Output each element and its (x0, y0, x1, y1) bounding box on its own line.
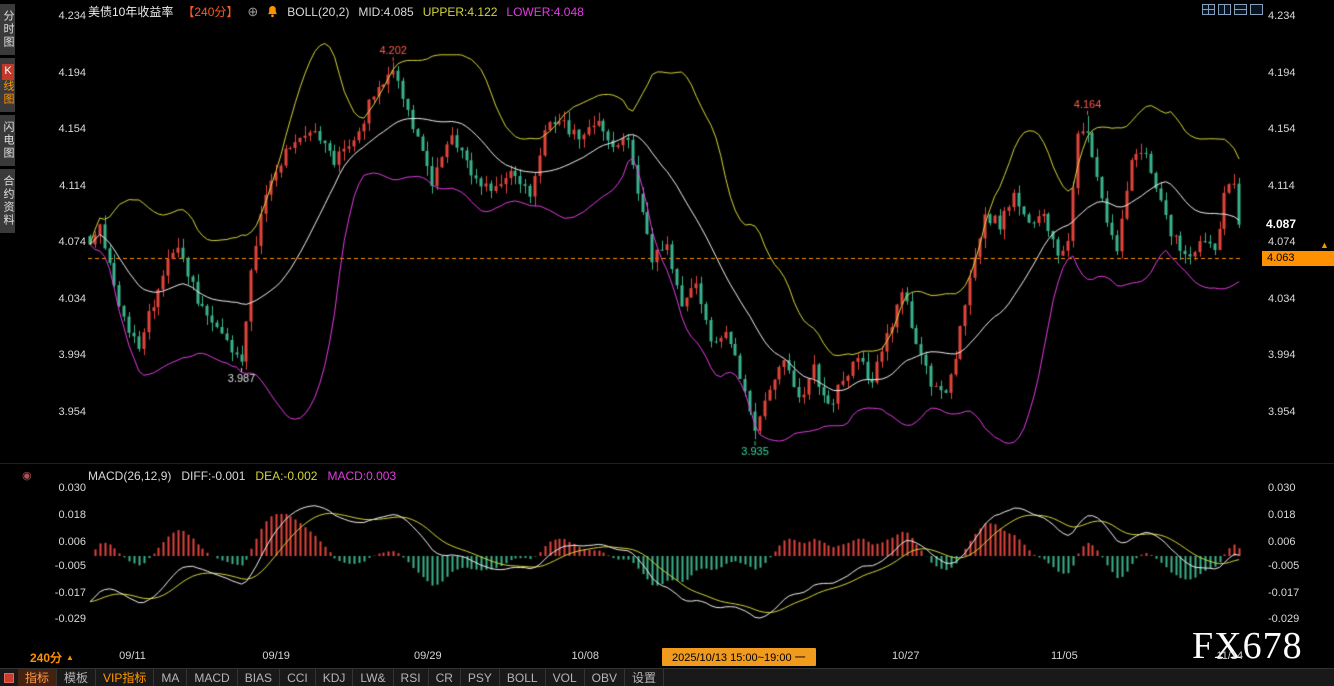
toolbar-item-settings[interactable]: 设置 (625, 669, 664, 686)
macd-axis-tick-right: -0.029 (1268, 613, 1308, 625)
interval-arrow-icon: ▲ (66, 653, 74, 662)
interval-tag: 【240分】 (182, 3, 238, 20)
x-axis-date-tick: 10/08 (571, 650, 599, 662)
boll-lower-value: LOWER:4.048 (506, 5, 583, 19)
boll-mid-value: MID:4.085 (358, 5, 413, 19)
macd-diff-value: DIFF:-0.001 (181, 469, 245, 483)
toolbar-item-macd[interactable]: MACD (187, 669, 237, 686)
toolbar-item-vol[interactable]: VOL (546, 669, 585, 686)
price-axis-tick-right: 4.114 (1268, 180, 1308, 192)
last-price-tag: 4.087 (1266, 217, 1296, 231)
boll-upper-value: UPPER:4.122 (423, 5, 498, 19)
price-axis-tick-left: 3.954 (46, 406, 86, 418)
sidebar-tab-contract-info[interactable]: 合约资料 (0, 169, 15, 233)
alert-bell-icon[interactable] (267, 6, 278, 18)
x-axis-date-tick: 09/29 (414, 650, 442, 662)
chart-header: 美债10年收益率 【240分】 ⊕ BOLL(20,2) MID:4.085 U… (88, 4, 584, 19)
x-axis-date-tick: 09/19 (262, 650, 290, 662)
toolbar-item-obv[interactable]: OBV (585, 669, 625, 686)
price-axis-tick-left: 3.994 (46, 349, 86, 361)
macd-axis-tick-right: 0.030 (1268, 482, 1308, 494)
price-axis-tick-right: 4.194 (1268, 67, 1308, 79)
macd-axis-tick-right: 0.018 (1268, 509, 1308, 521)
price-axis-tick-right: 4.234 (1268, 10, 1308, 22)
x-axis-date-tick: 09/11 (119, 650, 146, 662)
instrument-title: 美债10年收益率 (88, 3, 173, 20)
price-axis-tick-right: 4.154 (1268, 123, 1308, 135)
add-indicator-icon[interactable]: ⊕ (247, 4, 258, 20)
macd-axis-tick-left: -0.017 (46, 587, 86, 599)
toolbar-item-indicator[interactable]: 指标 (18, 669, 57, 686)
price-marker-arrow-icon: ▲ (1320, 240, 1329, 250)
toolbar-item-boll[interactable]: BOLL (500, 669, 546, 686)
macd-axis-tick-right: 0.006 (1268, 536, 1308, 548)
macd-axis-tick-left: -0.029 (46, 613, 86, 625)
price-axis-tick-right: 4.034 (1268, 293, 1308, 305)
toolbar-item-vip-indicator[interactable]: VIP指标 (96, 669, 154, 686)
boll-indicator-label: BOLL(20,2) (287, 5, 349, 19)
sidebar-tab-time-share[interactable]: 分时图 (0, 4, 15, 55)
sidebar-tab-kline[interactable]: K线图 (0, 58, 15, 112)
indicator-panel-icon[interactable]: ◉ (22, 469, 32, 482)
price-axis-tick-left: 4.074 (46, 236, 86, 248)
price-axis-tick-right: 4.074 (1268, 236, 1308, 248)
candlestick-chart-canvas[interactable] (88, 8, 1242, 460)
macd-axis-tick-right: -0.017 (1268, 587, 1308, 599)
price-axis-tick-left: 4.114 (46, 180, 86, 192)
window-layout-icons (1202, 4, 1263, 15)
layout-quad-icon[interactable] (1202, 4, 1215, 15)
price-axis-tick-right: 3.954 (1268, 406, 1308, 418)
price-axis-tick-left: 4.194 (46, 67, 86, 79)
price-axis-tick-left: 4.234 (46, 10, 86, 22)
period-tooltip: 2025/10/13 15:00~19:00 一 (662, 648, 816, 666)
panel-separator (0, 463, 1334, 464)
toolbar-item-lwr[interactable]: LW& (353, 669, 393, 686)
macd-macd-value: MACD:0.003 (327, 469, 396, 483)
toolbar-item-template[interactable]: 模板 (57, 669, 96, 686)
indicator-toolbar: 指标 模板 VIP指标 MA MACD BIAS CCI KDJ LW& RSI… (0, 668, 1334, 686)
toolbar-item-psy[interactable]: PSY (461, 669, 500, 686)
toolbar-item-rsi[interactable]: RSI (394, 669, 429, 686)
layout-vsplit-icon[interactable] (1218, 4, 1231, 15)
kline-label: 线图 (2, 80, 14, 106)
kline-k-badge: K (2, 64, 14, 80)
macd-axis-tick-left: 0.018 (46, 509, 86, 521)
x-axis-date-tick: 11/14 (1216, 650, 1243, 662)
macd-axis-tick-right: -0.005 (1268, 560, 1308, 572)
interval-selector-label: 240分 (30, 649, 62, 666)
macd-axis-tick-left: -0.005 (46, 560, 86, 572)
macd-indicator-label: MACD(26,12,9) (88, 469, 171, 483)
toolbar-item-bias[interactable]: BIAS (238, 669, 280, 686)
x-axis-date-tick: 11/05 (1051, 650, 1078, 662)
x-axis-date-row: 240分 ▲ 2025/10/13 15:00~19:00 一 09/11 09/… (0, 646, 1334, 666)
sidebar-tab-flash-chart[interactable]: 闪电图 (0, 115, 15, 166)
macd-axis-tick-left: 0.006 (46, 536, 86, 548)
layout-single-icon[interactable] (1250, 4, 1263, 15)
price-axis-tick-left: 4.034 (46, 293, 86, 305)
x-axis-date-tick: 10/27 (892, 650, 920, 662)
chart-application: 分时图 K线图 闪电图 合约资料 美债10年收益率 【240分】 ⊕ BOLL(… (0, 0, 1334, 686)
toolbar-item-kdj[interactable]: KDJ (316, 669, 354, 686)
price-axis-tick-right: 3.994 (1268, 349, 1308, 361)
reference-price-tag: 4.063 (1262, 251, 1334, 266)
toolbar-item-cr[interactable]: CR (429, 669, 461, 686)
price-axis-tick-left: 4.154 (46, 123, 86, 135)
macd-chart-canvas[interactable] (88, 483, 1242, 645)
toolbar-item-ma[interactable]: MA (154, 669, 187, 686)
macd-header: MACD(26,12,9) DIFF:-0.001 DEA:-0.002 MAC… (88, 469, 396, 483)
interval-selector[interactable]: 240分 ▲ (30, 649, 74, 666)
indicator-window-icon[interactable] (4, 673, 14, 683)
layout-hsplit-icon[interactable] (1234, 4, 1247, 15)
left-sidebar: 分时图 K线图 闪电图 合约资料 (0, 4, 16, 233)
macd-dea-value: DEA:-0.002 (255, 469, 317, 483)
toolbar-item-cci[interactable]: CCI (280, 669, 316, 686)
macd-axis-tick-left: 0.030 (46, 482, 86, 494)
